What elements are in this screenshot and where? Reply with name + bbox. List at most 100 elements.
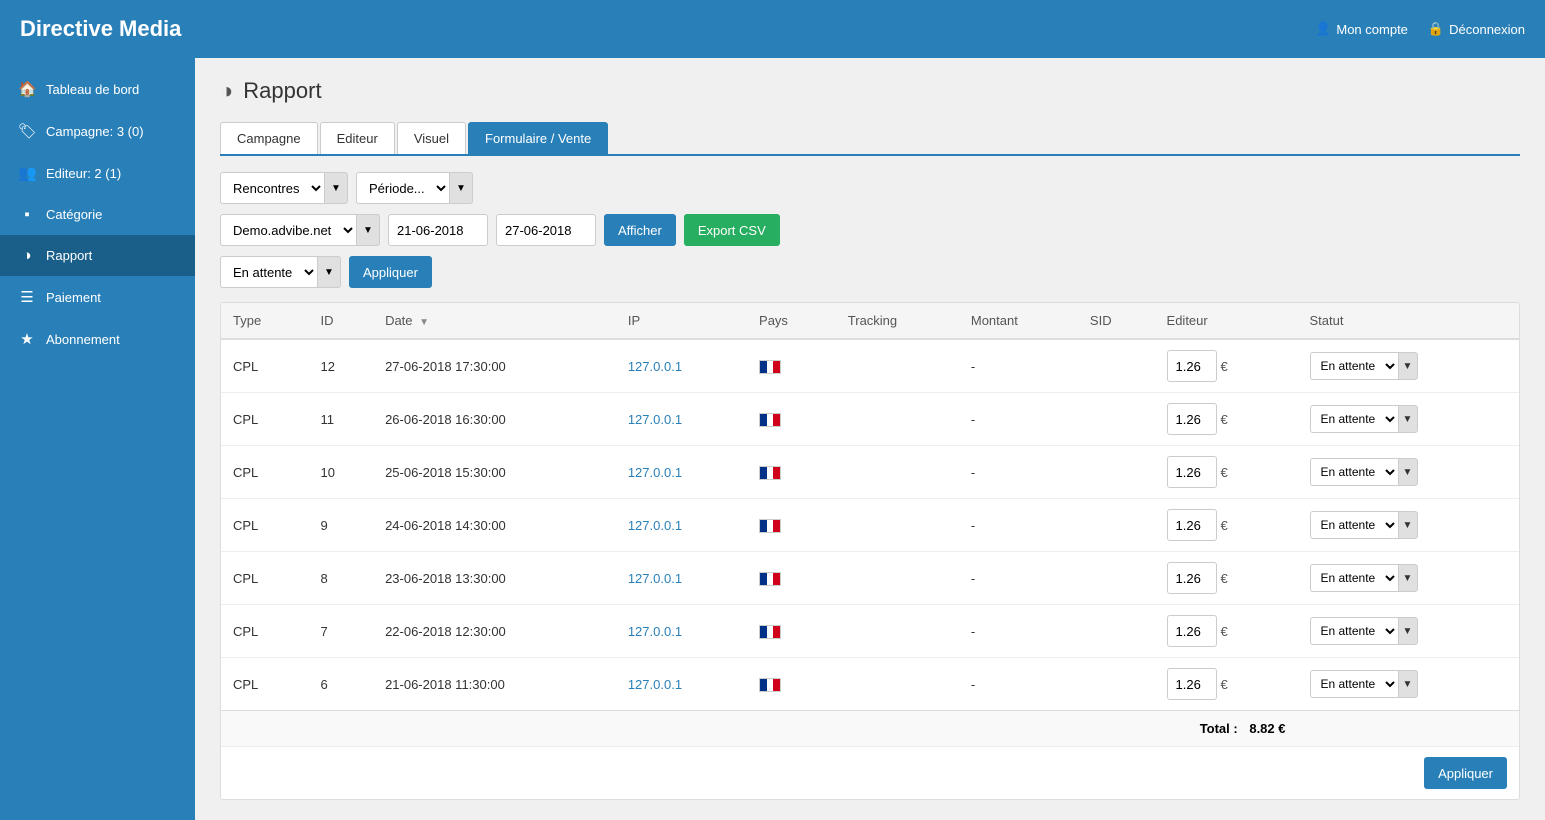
ip-link[interactable]: 127.0.0.1 <box>628 465 682 480</box>
row-status-select[interactable]: En attente Validé Refusé <box>1310 617 1398 645</box>
ip-link[interactable]: 127.0.0.1 <box>628 412 682 427</box>
cell-tracking <box>836 339 959 393</box>
cell-sid <box>1078 552 1155 605</box>
amount-cell: € <box>1167 615 1286 647</box>
amount-input[interactable] <box>1167 350 1217 382</box>
sidebar-item-rapport[interactable]: ◑ Rapport <box>0 235 195 276</box>
amount-input[interactable] <box>1167 668 1217 700</box>
cell-ip: 127.0.0.1 <box>616 393 747 446</box>
deconnexion-link[interactable]: 🔒 Déconnexion <box>1428 21 1525 37</box>
row-status-arrow[interactable]: ▼ <box>1398 670 1418 698</box>
row-status-arrow[interactable]: ▼ <box>1398 617 1418 645</box>
cell-date: 23-06-2018 13:30:00 <box>373 552 616 605</box>
category-icon: ▪ <box>18 206 36 223</box>
sidebar-item-abonnement[interactable]: ★ Abonnement <box>0 318 195 360</box>
cell-type: CPL <box>221 339 309 393</box>
row-status-select-wrap: En attente Validé Refusé ▼ <box>1310 670 1508 698</box>
sidebar-item-editeur[interactable]: 👥 Editeur: 2 (1) <box>0 152 195 194</box>
period-arrow-btn[interactable]: ▼ <box>449 172 473 204</box>
cell-pays <box>747 499 836 552</box>
export-csv-button[interactable]: Export CSV <box>684 214 780 246</box>
row-status-select[interactable]: En attente Validé Refusé <box>1310 670 1398 698</box>
site-select[interactable]: Demo.advibe.net <box>220 214 356 246</box>
period-select[interactable]: Période... <box>356 172 449 204</box>
sort-icon: ▼ <box>419 317 429 328</box>
row-status-select-wrap: En attente Validé Refusé ▼ <box>1310 564 1508 592</box>
afficher-button[interactable]: Afficher <box>604 214 676 246</box>
rapport-icon: ◑ <box>220 78 233 104</box>
tab-editeur[interactable]: Editeur <box>320 122 395 154</box>
payment-icon: ☰ <box>18 288 36 306</box>
cell-editeur: € <box>1155 339 1298 393</box>
cell-id: 9 <box>309 499 374 552</box>
amount-input[interactable] <box>1167 456 1217 488</box>
flag-icon <box>759 466 781 480</box>
bottom-apply-row: Appliquer <box>221 747 1519 800</box>
filter-row-2: Demo.advibe.net ▼ Afficher Export CSV <box>220 214 1520 246</box>
cell-id: 6 <box>309 658 374 711</box>
col-sid: SID <box>1078 303 1155 339</box>
cell-montant: - <box>959 605 1078 658</box>
category-select[interactable]: Rencontres <box>220 172 324 204</box>
row-status-arrow[interactable]: ▼ <box>1398 405 1418 433</box>
amount-input[interactable] <box>1167 615 1217 647</box>
cell-statut: En attente Validé Refusé ▼ <box>1298 499 1520 552</box>
row-status-select[interactable]: En attente Validé Refusé <box>1310 564 1398 592</box>
tag-icon: 🏷 <box>18 122 36 140</box>
row-status-arrow[interactable]: ▼ <box>1398 564 1418 592</box>
col-date: Date ▼ <box>373 303 616 339</box>
sidebar-item-campagne[interactable]: 🏷 Campagne: 3 (0) <box>0 110 195 152</box>
site-arrow-btn[interactable]: ▼ <box>356 214 380 246</box>
ip-link[interactable]: 127.0.0.1 <box>628 518 682 533</box>
row-status-select-wrap: En attente Validé Refusé ▼ <box>1310 617 1508 645</box>
cell-statut: En attente Validé Refusé ▼ <box>1298 605 1520 658</box>
status-arrow-btn[interactable]: ▼ <box>317 256 341 288</box>
amount-input[interactable] <box>1167 509 1217 541</box>
cell-tracking <box>836 605 959 658</box>
row-status-select[interactable]: En attente Validé Refusé <box>1310 405 1398 433</box>
cell-type: CPL <box>221 552 309 605</box>
amount-input[interactable] <box>1167 562 1217 594</box>
ip-link[interactable]: 127.0.0.1 <box>628 677 682 692</box>
flag-icon <box>759 572 781 586</box>
apply-bottom-button[interactable]: Appliquer <box>1424 757 1507 789</box>
amount-input[interactable] <box>1167 403 1217 435</box>
cell-id: 7 <box>309 605 374 658</box>
row-status-arrow[interactable]: ▼ <box>1398 511 1418 539</box>
mon-compte-link[interactable]: 👤 Mon compte <box>1315 21 1408 37</box>
status-select[interactable]: En attente Validé Refusé <box>220 256 317 288</box>
table-row: CPL1227-06-2018 17:30:00127.0.0.1- € En … <box>221 339 1519 393</box>
page-header: ◑ Rapport <box>220 78 1520 104</box>
cell-pays <box>747 339 836 393</box>
topnav-right: 👤 Mon compte 🔒 Déconnexion <box>1315 21 1525 37</box>
total-label: Total : <box>1200 721 1238 736</box>
cell-sid <box>1078 499 1155 552</box>
date-from-input[interactable] <box>388 214 488 246</box>
flag-icon <box>759 625 781 639</box>
sidebar-item-tableau-de-bord[interactable]: 🏠 Tableau de bord <box>0 68 195 110</box>
sidebar-item-categorie[interactable]: ▪ Catégorie <box>0 194 195 235</box>
cell-date: 22-06-2018 12:30:00 <box>373 605 616 658</box>
row-status-select[interactable]: En attente Validé Refusé <box>1310 511 1398 539</box>
tab-visuel[interactable]: Visuel <box>397 122 466 154</box>
sidebar-label-editeur: Editeur: 2 (1) <box>46 166 121 181</box>
tab-campagne[interactable]: Campagne <box>220 122 318 154</box>
apply-top-button[interactable]: Appliquer <box>349 256 432 288</box>
row-status-arrow[interactable]: ▼ <box>1398 352 1418 380</box>
sidebar-item-paiement[interactable]: ☰ Paiement <box>0 276 195 318</box>
col-tracking: Tracking <box>836 303 959 339</box>
flag-icon <box>759 519 781 533</box>
row-status-select[interactable]: En attente Validé Refusé <box>1310 458 1398 486</box>
category-arrow-btn[interactable]: ▼ <box>324 172 348 204</box>
ip-link[interactable]: 127.0.0.1 <box>628 571 682 586</box>
main-content: ◑ Rapport Campagne Editeur Visuel Formul… <box>195 58 1545 820</box>
row-status-arrow[interactable]: ▼ <box>1398 458 1418 486</box>
ip-link[interactable]: 127.0.0.1 <box>628 624 682 639</box>
cell-montant: - <box>959 658 1078 711</box>
date-to-input[interactable] <box>496 214 596 246</box>
ip-link[interactable]: 127.0.0.1 <box>628 359 682 374</box>
row-status-select[interactable]: En attente Validé Refusé <box>1310 352 1398 380</box>
row-status-select-wrap: En attente Validé Refusé ▼ <box>1310 405 1508 433</box>
tab-formulaire-vente[interactable]: Formulaire / Vente <box>468 122 608 154</box>
cell-type: CPL <box>221 446 309 499</box>
